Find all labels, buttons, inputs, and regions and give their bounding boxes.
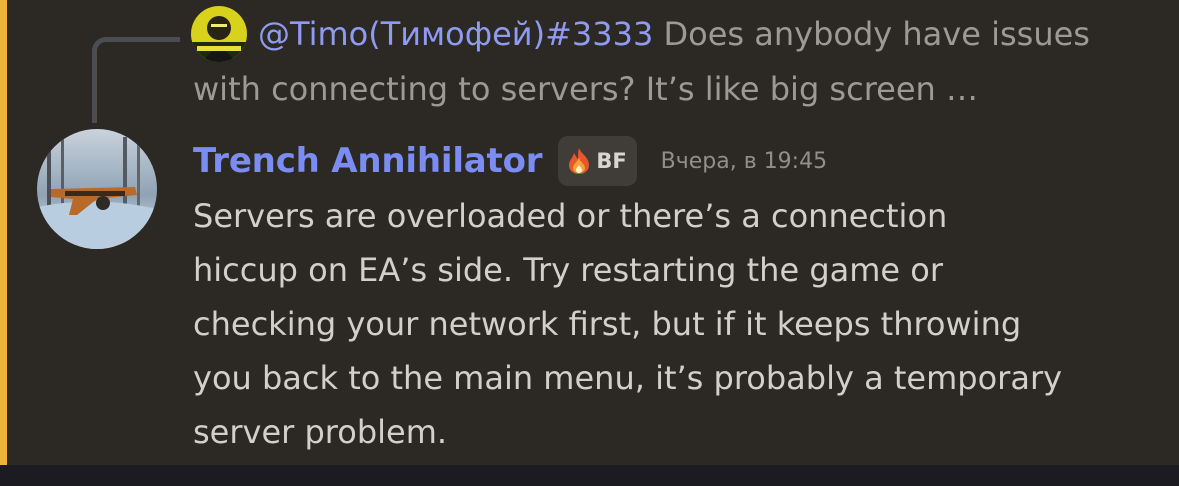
user-avatar[interactable] [37,129,157,249]
message-line: Servers are overloaded or there’s a conn… [193,197,948,235]
author-name[interactable]: Trench Annihilator [193,141,543,181]
cyberpunk-avatar-icon [191,6,247,62]
message-line: you back to the main menu, it’s probably… [193,359,1063,397]
reply-text-line1: Does anybody have issues [653,15,1090,53]
reply-avatar[interactable] [191,6,247,62]
bottom-bar [0,465,1179,486]
reply-connector-line [92,37,180,123]
message-line: server problem. [193,413,448,451]
tommy-gun-avatar-icon [37,129,157,249]
reply-author-name[interactable]: @Timo(Тимофей)#3333 [258,15,653,53]
message-content: Servers are overloaded or there’s a conn… [193,189,1153,459]
mention-highlight-bar [0,0,7,465]
message-timestamp[interactable]: Вчера, в 19:45 [661,149,827,174]
flame-icon [569,148,590,174]
reply-preview-line1[interactable]: @Timo(Тимофей)#3333 Does anybody have is… [258,12,1163,56]
clan-tag-label: BF [596,149,627,173]
message-line: hiccup on EA’s side. Try restarting the … [193,251,943,289]
message-line: checking your network first, but if it k… [193,305,1022,343]
reply-text-line2[interactable]: with connecting to servers? It’s like bi… [193,67,1153,111]
message-header: Trench Annihilator BF Вчера, в 19:45 [193,136,827,186]
clan-tag[interactable]: BF [558,136,637,186]
